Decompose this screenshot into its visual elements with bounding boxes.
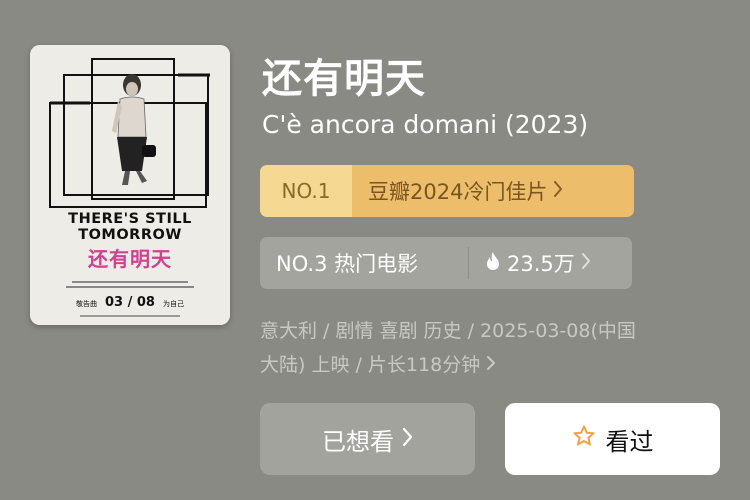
movie-title: 还有明天 [262, 56, 426, 102]
chevron-right-icon [553, 179, 563, 203]
meta-line-2: 大陆) 上映 / 片长118分钟 [260, 348, 710, 382]
hot-count-group: 23.5万 [469, 237, 632, 289]
watched-button[interactable]: 看过 [505, 403, 720, 475]
ranking-badge-top-list[interactable]: NO.1 豆瓣2024冷门佳片 [260, 165, 634, 217]
rank-number: NO.1 [260, 165, 352, 217]
poster-title-english: THERE'S STILL TOMORROW [68, 211, 192, 243]
meta-line-1: 意大利 / 剧情 喜剧 历史 / 2025-03-08(中国 [260, 320, 636, 342]
poster-artwork [30, 45, 230, 325]
poster-title-chinese: 还有明天 [88, 247, 172, 271]
rank-list-label: 豆瓣2024冷门佳片 [368, 180, 548, 204]
watched-label: 看过 [605, 427, 654, 456]
movie-original-title: C'è ancora domani (2023) [262, 110, 589, 139]
ranking-badge-hot[interactable]: NO.3 热门电影 23.5万 [260, 237, 632, 289]
star-outline-icon [572, 424, 596, 454]
wanted-label: 已想看 [322, 427, 394, 456]
chevron-right-icon [581, 251, 591, 275]
wanted-button[interactable]: 已想看 [260, 403, 475, 475]
rank-list-name: 豆瓣2024冷门佳片 [352, 165, 634, 217]
chevron-right-icon [402, 425, 413, 453]
poster-pre-label: 敬告曲 [76, 300, 97, 308]
poster-release-date: 03 / 08 [105, 295, 155, 310]
hot-count: 23.5万 [507, 252, 575, 276]
poster-release-row: 敬告曲 03 / 08 为自己 [30, 295, 230, 310]
movie-meta-info[interactable]: 意大利 / 剧情 喜剧 历史 / 2025-03-08(中国 大陆) 上映 / … [260, 314, 710, 382]
poster-post-label: 为自己 [162, 300, 184, 308]
chevron-right-icon [486, 354, 496, 376]
fire-icon [485, 251, 501, 276]
hot-rank-label: NO.3 热门电影 [276, 252, 419, 276]
movie-poster[interactable]: THERE'S STILL TOMORROW 还有明天 敬告曲 03 / 08 … [30, 45, 230, 325]
